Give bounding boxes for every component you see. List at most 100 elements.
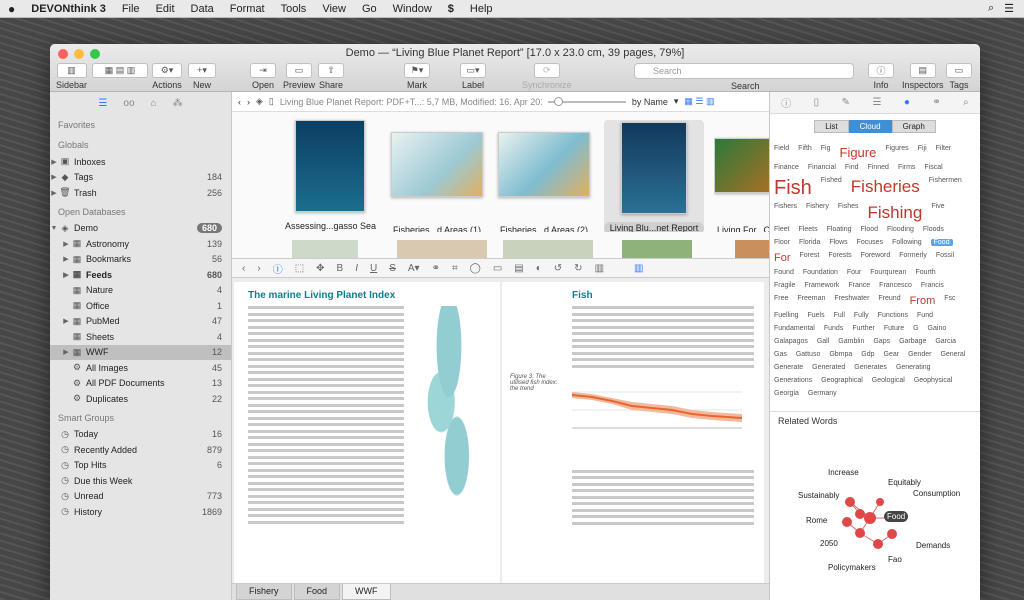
thumbnail-item[interactable]: Assessing...gasso Sea (282, 120, 378, 232)
preview-button[interactable]: ▭ Preview (283, 63, 315, 90)
tab-fishery[interactable]: Fishery (236, 584, 292, 600)
cloud-word[interactable]: Finned (868, 164, 889, 171)
graph-word-rome[interactable]: Rome (806, 516, 827, 525)
app-menu[interactable]: DEVONthink 3 (23, 3, 114, 15)
cloud-word[interactable]: Gall (817, 338, 829, 345)
cloud-word[interactable]: Financial (808, 164, 836, 171)
cloud-word[interactable]: Forests (828, 252, 851, 259)
sidebar-item-history[interactable]: ◷ History 1869 (50, 504, 231, 520)
cloud-word[interactable]: Found (774, 269, 794, 276)
script-menu-icon[interactable]: $ (440, 3, 462, 15)
graph-word-fao[interactable]: Fao (888, 555, 902, 564)
sidebar-item-all-pdf-documents[interactable]: ⚙ All PDF Documents 13 (50, 376, 231, 392)
sidebar-item-pubmed[interactable]: ▶ ▦ PubMed 47 (50, 314, 231, 330)
cloud-word[interactable]: Figure (840, 145, 877, 160)
rotate-left-icon[interactable]: ↺ (554, 263, 562, 274)
sidebar-item-wwf[interactable]: ▶ ▦ WWF 12 (50, 344, 231, 360)
view-mode-icons[interactable]: ▦ ☰ ▥ (684, 96, 714, 107)
cloud-word[interactable]: Four (847, 269, 861, 276)
cloud-word[interactable]: Gaino (928, 325, 947, 332)
circle-icon[interactable]: ◯ (470, 263, 481, 274)
cloud-word[interactable]: Germany (808, 390, 837, 397)
cloud-word[interactable]: Flooding (887, 226, 914, 233)
cloud-word[interactable]: Fishing (868, 203, 923, 223)
cloud-word[interactable]: Francis (921, 282, 944, 289)
disclosure-icon[interactable]: ▶ (62, 271, 70, 279)
cloud-word[interactable]: Flows (829, 239, 847, 246)
info-icon[interactable]: ⓘ (781, 95, 791, 110)
cloud-word[interactable]: General (940, 351, 965, 358)
cloud-word[interactable]: Gear (884, 351, 900, 358)
thumbnail-size-slider[interactable] (547, 96, 626, 106)
cloud-word[interactable]: Flood (861, 226, 879, 233)
cloud-word[interactable]: Field (774, 145, 789, 152)
see-also-icon[interactable]: ● (904, 97, 910, 108)
cloud-word[interactable]: Floods (923, 226, 944, 233)
tab-wwf[interactable]: WWF (342, 584, 391, 600)
graph-word-increase[interactable]: Increase (828, 468, 859, 477)
glasses-icon[interactable]: oo (123, 98, 134, 109)
actions-button[interactable]: ⚙▾ Actions (152, 63, 182, 90)
cloud-word[interactable]: Fragile (774, 282, 795, 289)
links-icon[interactable]: ⚭ (932, 97, 940, 108)
cloud-word[interactable]: Geographical (821, 377, 863, 384)
cloud-word[interactable]: Framework (804, 282, 839, 289)
cloud-word[interactable]: France (848, 282, 870, 289)
document-thumbnail[interactable] (397, 240, 487, 258)
underline-icon[interactable]: U (370, 263, 377, 274)
search-icon[interactable]: ⌕ (963, 97, 969, 108)
forward-icon[interactable]: › (247, 97, 250, 107)
cloud-word[interactable]: Fund (917, 312, 933, 319)
label-button[interactable]: ▭▾ Label (460, 63, 486, 90)
cloud-word[interactable]: Generate (774, 364, 803, 371)
bold-icon[interactable]: B (337, 263, 344, 274)
cloud-word[interactable]: Fourqurean (870, 269, 906, 276)
document-thumbnail[interactable] (292, 240, 358, 258)
back-icon[interactable]: ‹ (238, 97, 241, 107)
cloud-word[interactable]: Fuelling (774, 312, 799, 319)
slider-knob[interactable] (553, 96, 563, 106)
cloud-word[interactable]: Future (884, 325, 904, 332)
comment-icon[interactable]: ▤ (514, 263, 523, 274)
sidebar-item-nature[interactable]: ▦ Nature 4 (50, 283, 231, 299)
graph-word-2050[interactable]: 2050 (820, 539, 838, 548)
menu-edit[interactable]: Edit (148, 3, 183, 15)
cloud-word[interactable]: Foreword (861, 252, 891, 259)
cloud-word[interactable]: Funds (824, 325, 843, 332)
sort-menu[interactable]: by Name (632, 97, 668, 107)
cloud-word[interactable]: Fleets (799, 226, 818, 233)
crop-icon[interactable]: ⌗ (452, 263, 458, 274)
cloud-word[interactable]: Full (834, 312, 845, 319)
cloud-word[interactable]: Free (774, 295, 788, 302)
cloud-word[interactable]: Find (845, 164, 859, 171)
disclosure-icon[interactable]: ▶ (50, 189, 58, 197)
graph-word-demands[interactable]: Demands (916, 541, 950, 550)
related-words-graph[interactable]: Increase Equitably Consumption Sustainab… (770, 430, 980, 590)
cloud-word[interactable]: Fundamental (774, 325, 815, 332)
list-tab[interactable]: List (814, 120, 849, 133)
cloud-word[interactable]: Generations (774, 377, 812, 384)
inspectors-button[interactable]: ▤ Inspectors (902, 63, 944, 90)
cloud-word[interactable]: Fleet (774, 226, 790, 233)
sidebar-item-inboxes[interactable]: ▶ ▣ Inboxes (50, 154, 231, 170)
cloud-word[interactable]: Gbmpa (829, 351, 852, 358)
tab-food[interactable]: Food (293, 584, 341, 600)
sidebar-item-duplicates[interactable]: ⚙ Duplicates 22 (50, 391, 231, 407)
contents-icon[interactable]: ☰ (872, 97, 881, 108)
menu-tools[interactable]: Tools (273, 3, 315, 15)
cloud-word[interactable]: Fishes (838, 203, 859, 210)
cloud-word[interactable]: For (774, 252, 791, 264)
menu-format[interactable]: Format (222, 3, 273, 15)
sidebar-button[interactable]: ▥ Sidebar (56, 63, 87, 90)
cloud-word[interactable]: Generates (854, 364, 887, 371)
cloud-word[interactable]: Fifth (798, 145, 812, 152)
thumbnail-item[interactable]: Living For...Chapter 1) (714, 120, 769, 236)
sidebar-item-due-this-week[interactable]: ◷ Due this Week (50, 473, 231, 489)
cloud-word[interactable]: Freeman (797, 295, 825, 302)
cloud-word[interactable]: Fish (774, 177, 812, 200)
menu-go[interactable]: Go (354, 3, 385, 15)
menu-window[interactable]: Window (385, 3, 440, 15)
cloud-word[interactable]: Food (930, 239, 953, 246)
apple-menu-icon[interactable]: ● (0, 2, 23, 16)
cloud-word[interactable]: Gdp (861, 351, 874, 358)
